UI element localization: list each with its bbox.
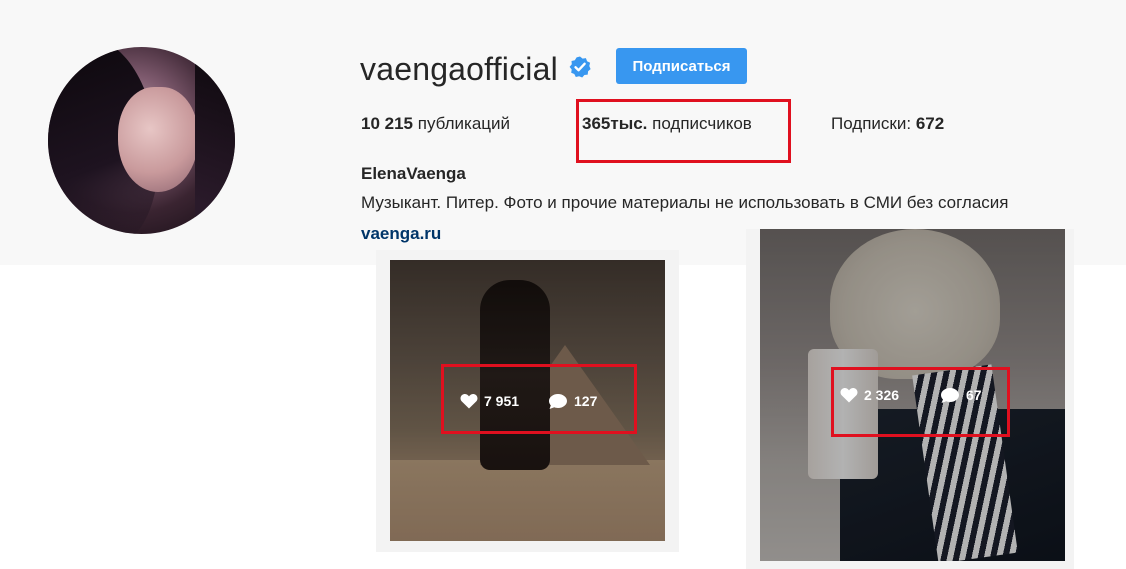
posts-count: 10 215 публикаций [361,112,510,136]
followers-highlight-box [576,99,791,163]
follow-button[interactable]: Подписаться [616,48,747,84]
full-name: ElenaVaenga [361,164,466,183]
username: vaengaofficial [360,51,558,87]
following-count-value: 672 [915,114,945,133]
avatar-hair-right [195,47,235,234]
following-count[interactable]: Подписки: 672 [831,112,944,136]
avatar-face [118,87,198,192]
posts-count-label: публикаций [417,114,511,133]
avatar[interactable] [48,47,235,234]
post-stats-highlight-box [831,367,1010,437]
website-link[interactable]: vaenga.ru [361,222,441,246]
posts-count-value: 10 215 [361,114,413,133]
post-stats-highlight-box [441,364,637,434]
verified-badge-icon [568,55,592,79]
bio-text: Музыкант. Питер. Фото и прочие материалы… [361,193,1009,212]
following-count-label: Подписки: [831,114,912,133]
